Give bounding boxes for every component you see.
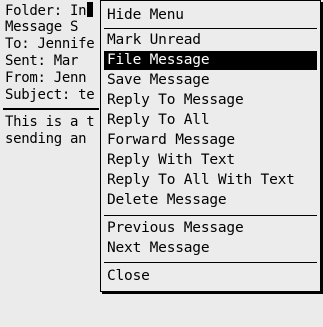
menu-separator: [104, 28, 317, 29]
menu-item-file-message[interactable]: File Message: [104, 51, 317, 70]
menu-item-reply-to-message[interactable]: Reply To Message: [104, 91, 317, 110]
menu-item-reply-to-all[interactable]: Reply To All: [104, 111, 317, 130]
menu-item-save-message[interactable]: Save Message: [104, 71, 317, 90]
text-cursor: [87, 2, 94, 17]
header-message-status: Message S: [5, 19, 79, 35]
header-sent: Sent: Mar: [5, 53, 79, 69]
menu-item-previous-message[interactable]: Previous Message: [104, 219, 317, 238]
menu-item-mark-unread[interactable]: Mark Unread: [104, 31, 317, 50]
menu-separator: [104, 215, 317, 216]
header-subject: Subject: te: [5, 87, 95, 103]
menu-item-hide-menu[interactable]: Hide Menu: [104, 6, 317, 25]
body-line: sending an: [5, 131, 87, 147]
header-from: From: Jenn: [5, 70, 87, 86]
body-line: This is a t: [5, 114, 95, 130]
menu-item-forward-message[interactable]: Forward Message: [104, 131, 317, 150]
menu-item-reply-to-all-with-text[interactable]: Reply To All With Text: [104, 171, 317, 190]
menu-separator: [104, 262, 317, 263]
context-menu: Hide Menu Mark Unread File Message Save Me…: [100, 0, 321, 292]
header-folder: Folder: In: [5, 2, 105, 19]
header-to: To: Jennife: [5, 36, 95, 52]
header-divider: [3, 108, 99, 110]
menu-item-next-message[interactable]: Next Message: [104, 239, 317, 258]
menu-item-delete-message[interactable]: Delete Message: [104, 191, 317, 210]
menu-item-close[interactable]: Close: [104, 267, 317, 286]
menu-item-reply-with-text[interactable]: Reply With Text: [104, 151, 317, 170]
message-screen: Folder: In Message S To: Jennife Sent: M…: [0, 0, 323, 327]
